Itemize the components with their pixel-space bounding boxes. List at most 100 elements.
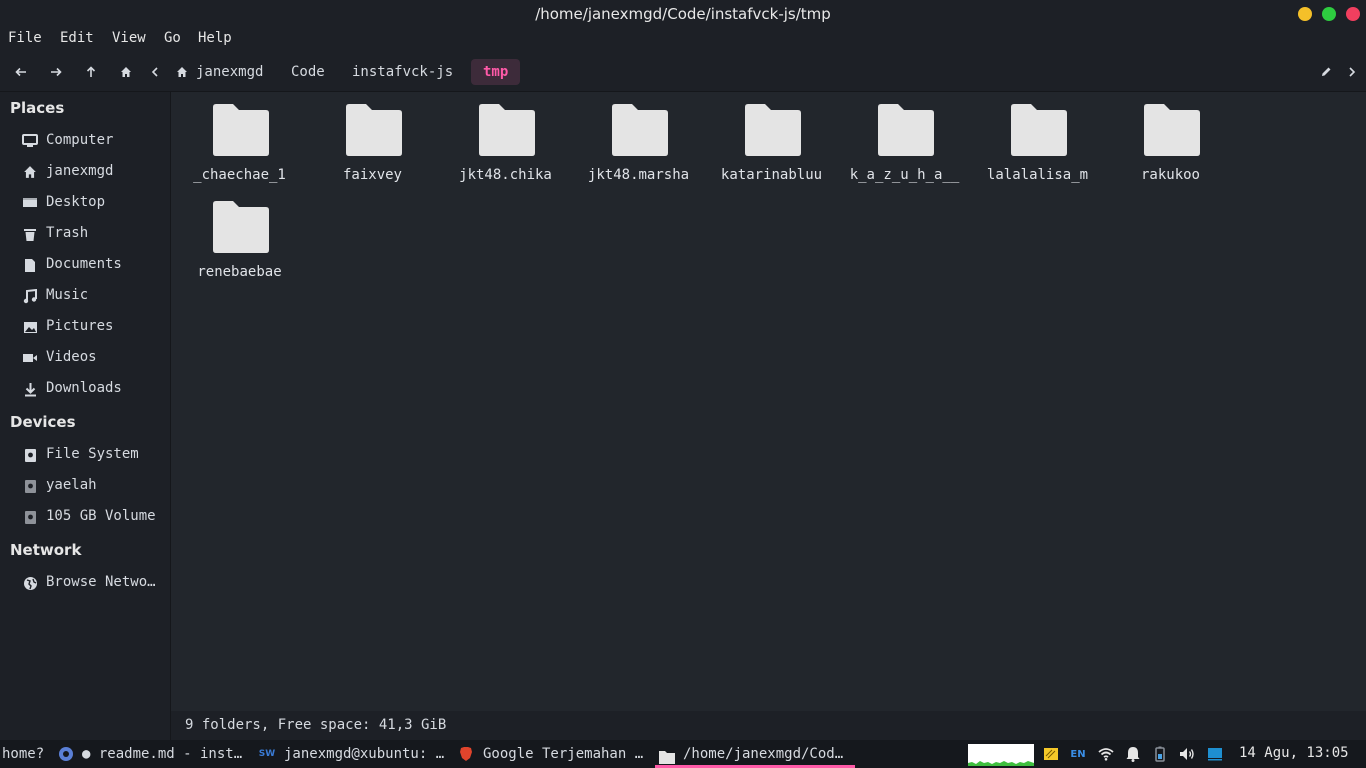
battery-icon[interactable] [1151, 745, 1169, 763]
forward-arrow-icon[interactable] [47, 63, 65, 81]
breadcrumb-janexmgd[interactable]: janexmgd [184, 59, 275, 85]
download-icon [21, 380, 39, 398]
close-button[interactable] [1346, 7, 1360, 21]
wifi-icon[interactable] [1097, 745, 1115, 763]
document-icon [21, 256, 39, 274]
sidebar-label: Documents [46, 256, 122, 272]
sidebar-item-file-system[interactable]: File System [0, 441, 170, 469]
folder-item[interactable]: rakukoo [1104, 93, 1237, 189]
task-file-manager[interactable]: /home/janexmgd/Cod… [655, 740, 855, 768]
folder-item[interactable]: katarinabluu [705, 93, 838, 189]
sidebar-item-105gb-volume[interactable]: 105 GB Volume [0, 503, 170, 531]
folder-name: jkt48.chika [459, 167, 552, 183]
network-heading: Network [10, 541, 82, 559]
folder-icon [659, 746, 675, 764]
picture-icon [21, 318, 39, 336]
bell-icon[interactable] [1124, 745, 1142, 763]
sidebar-item-documents[interactable]: Documents [0, 251, 170, 279]
task-readme[interactable]: ● readme.md - inst… [82, 740, 254, 768]
menu-view[interactable]: View [112, 30, 146, 46]
drive-icon [21, 508, 39, 526]
folder-name: katarinabluu [720, 167, 823, 183]
trash-icon [21, 225, 39, 243]
toolbar: janexmgd Code instafvck-js tmp [0, 52, 1366, 92]
sidebar-label: Desktop [46, 194, 106, 210]
sidebar-label: Pictures [46, 318, 114, 334]
sidebar-label: Trash [46, 225, 89, 241]
folder-item[interactable]: _chaechae_1 [173, 93, 306, 189]
folder-item[interactable]: faixvey [306, 93, 439, 189]
menu-file[interactable]: File [8, 30, 42, 46]
sidebar-item-desktop[interactable]: Desktop [0, 189, 170, 217]
folder-item[interactable]: renebaebae [173, 190, 306, 286]
menu-help[interactable]: Help [198, 30, 232, 46]
taskbar: home? ● readme.md - inst… SW janexmgd@xu… [0, 740, 1366, 768]
display-icon[interactable] [1205, 745, 1225, 763]
sidebar-item-pictures[interactable]: Pictures [0, 313, 170, 341]
drive-icon [21, 477, 39, 495]
drive-icon [21, 446, 39, 464]
minimize-button[interactable] [1298, 7, 1312, 21]
sidebar-label: Browse Netwo… [46, 574, 156, 590]
sidebar-label: yaelah [46, 477, 97, 493]
folder-icon [213, 104, 269, 156]
cpu-graph [968, 744, 1034, 766]
sidebar-item-janexmgd[interactable]: janexmgd [0, 158, 170, 186]
home-icon[interactable] [117, 63, 135, 81]
monitor-icon [21, 132, 39, 150]
folder-item[interactable]: jkt48.chika [439, 93, 572, 189]
menu-edit[interactable]: Edit [60, 30, 94, 46]
sidebar-label: Videos [46, 349, 97, 365]
edit-path-icon[interactable] [1317, 63, 1335, 81]
breadcrumb-instafvck-js[interactable]: instafvck-js [340, 59, 465, 85]
globe-icon [21, 574, 39, 592]
menu-go[interactable]: Go [164, 30, 181, 46]
home-icon [21, 163, 39, 181]
up-arrow-icon[interactable] [82, 63, 100, 81]
brave-browser-icon [457, 745, 475, 763]
task-terminal[interactable]: janexmgd@xubuntu: … [284, 740, 456, 768]
task-home[interactable]: home? [2, 740, 52, 768]
menu-bar: File Edit View Go Help [0, 28, 1366, 52]
sidebar-item-yaelah[interactable]: yaelah [0, 472, 170, 500]
scroll-left-icon[interactable] [146, 63, 164, 81]
sidebar-item-music[interactable]: Music [0, 282, 170, 310]
scroll-right-icon[interactable] [1343, 63, 1361, 81]
sidebar-label: File System [46, 446, 139, 462]
maximize-button[interactable] [1322, 7, 1336, 21]
folder-name: k_a_z_u_h_a__ [849, 167, 960, 183]
volume-icon[interactable] [1178, 745, 1196, 763]
task-google-translate[interactable]: Google Terjemahan … [483, 740, 655, 768]
folder-icon [479, 104, 535, 156]
folder-icon [1011, 104, 1067, 156]
places-heading: Places [10, 99, 65, 117]
sidebar-label: janexmgd [46, 163, 114, 179]
folder-icon [745, 104, 801, 156]
sidebar-label: Downloads [46, 380, 122, 396]
breadcrumb-tmp[interactable]: tmp [471, 59, 521, 85]
sidebar-item-trash[interactable]: Trash [0, 220, 170, 248]
breadcrumb-code[interactable]: Code [279, 59, 337, 85]
clock[interactable]: 14 Agu, 13:05 [1239, 745, 1349, 761]
folder-item[interactable]: jkt48.marsha [572, 93, 705, 189]
sidebar-label: Computer [46, 132, 114, 148]
sidebar-item-computer[interactable]: Computer [0, 127, 170, 155]
music-icon [21, 287, 39, 305]
file-view: _chaechae_1 faixvey jkt48.chika jkt48.ma… [171, 93, 1366, 711]
folder-name: faixvey [342, 167, 402, 183]
sidebar-item-videos[interactable]: Videos [0, 344, 170, 372]
video-icon [21, 349, 39, 367]
back-arrow-icon[interactable] [12, 63, 30, 81]
sidebar-item-downloads[interactable]: Downloads [0, 375, 170, 403]
sidebar-item-browse-network[interactable]: Browse Netwo… [0, 569, 170, 597]
folder-icon [213, 201, 269, 253]
notes-icon[interactable] [1042, 745, 1060, 763]
keyboard-layout-indicator[interactable]: EN [1068, 745, 1088, 763]
sidebar-label: Music [46, 287, 89, 303]
folder-name: lalalalisa_m [986, 167, 1089, 183]
folder-item[interactable]: k_a_z_u_h_a__ [838, 93, 971, 189]
sidebar: Places Computer janexmgd Desktop Trash D… [0, 92, 170, 740]
folder-item[interactable]: lalalalisa_m [971, 93, 1104, 189]
folder-icon [612, 104, 668, 156]
folder-name: _chaechae_1 [193, 167, 286, 183]
